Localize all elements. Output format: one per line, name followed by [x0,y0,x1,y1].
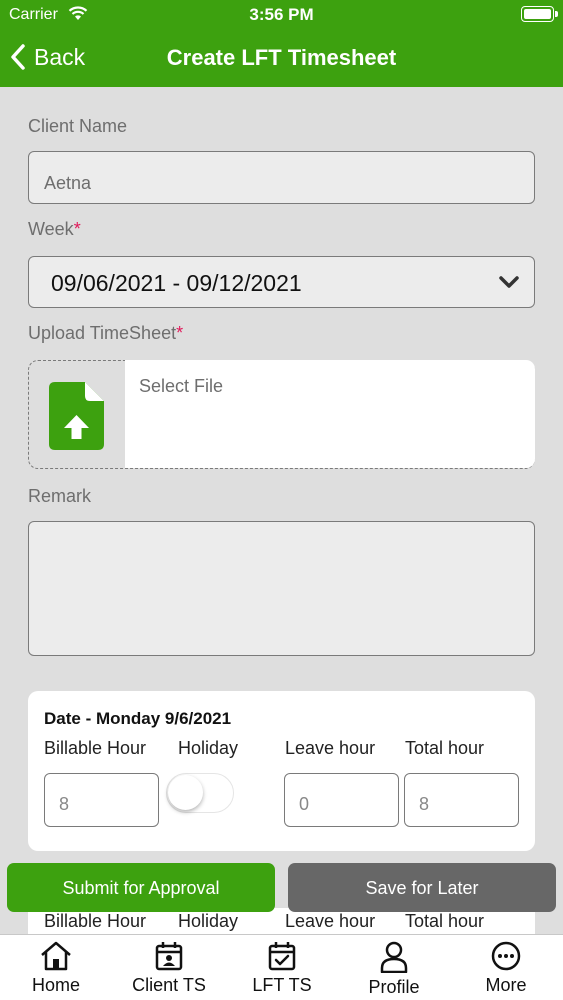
toggle-knob [168,775,203,810]
client-name-field[interactable]: Aetna [28,151,535,204]
client-calendar-icon [155,942,183,971]
day-entry-card: Date - Monday 9/6/2021 Billable Hour Hol… [28,691,535,851]
tab-bar: Home Client TS LFT TS Profile More [0,934,563,1000]
tab-client-ts[interactable]: Client TS [114,941,224,996]
tab-lft-ts[interactable]: LFT TS [227,941,337,996]
week-select[interactable]: 09/06/2021 - 09/12/2021 [28,256,535,308]
billable-hour-input[interactable]: 8 [44,773,159,827]
clock: 3:56 PM [249,5,314,24]
status-bar: Carrier 3:56 PM [0,0,563,30]
page-title: Create LFT Timesheet [166,45,397,70]
tab-label: More [485,975,527,995]
tab-more[interactable]: More [451,941,561,996]
submit-for-approval-button[interactable]: Submit for Approval [7,863,275,912]
holiday-label: Holiday [178,911,239,931]
billable-hour-label: Billable Hour [44,911,147,931]
upload-label-text: Upload TimeSheet [28,323,177,343]
file-upload-icon[interactable] [49,382,104,450]
tab-label: LFT TS [252,975,312,995]
tab-label: Profile [368,977,420,997]
leave-hour-input[interactable]: 0 [284,773,399,827]
week-label-text: Week [28,219,74,239]
week-label: Week* [28,219,81,240]
holiday-toggle[interactable] [166,773,234,813]
tab-label: Home [31,975,80,995]
client-name-label: Client Name [28,116,128,136]
required-mark: * [73,219,81,239]
required-mark: * [176,323,184,343]
upload-label: Upload TimeSheet* [28,323,183,344]
total-hour-input[interactable]: 8 [404,773,519,827]
leave-hour-label: Leave hour [285,911,376,931]
tab-home[interactable]: Home [1,941,111,996]
save-for-later-button[interactable]: Save for Later [288,863,556,912]
battery-icon [521,6,558,22]
home-icon [41,941,71,971]
tab-label: Client TS [132,975,206,995]
remark-textarea[interactable] [28,521,535,656]
week-value: 09/06/2021 - 09/12/2021 [51,270,302,296]
tab-profile[interactable]: Profile [339,941,449,998]
person-icon [380,941,408,973]
nav-bar: Back Create LFT Timesheet [0,30,563,87]
total-hour-label: Total hour [405,911,485,931]
more-icon [491,941,521,971]
upload-area[interactable]: Select File [28,360,535,469]
chevron-down-icon [499,276,519,288]
billable-hour-label: Billable Hour [44,738,147,758]
remark-label: Remark [28,486,92,506]
select-file-button[interactable]: Select File [125,360,535,468]
leave-hour-label: Leave hour [285,738,376,758]
holiday-label: Holiday [178,738,239,758]
total-hour-label: Total hour [405,738,485,758]
entry-date: Date - Monday 9/6/2021 [44,709,232,728]
calendar-check-icon [268,942,296,971]
